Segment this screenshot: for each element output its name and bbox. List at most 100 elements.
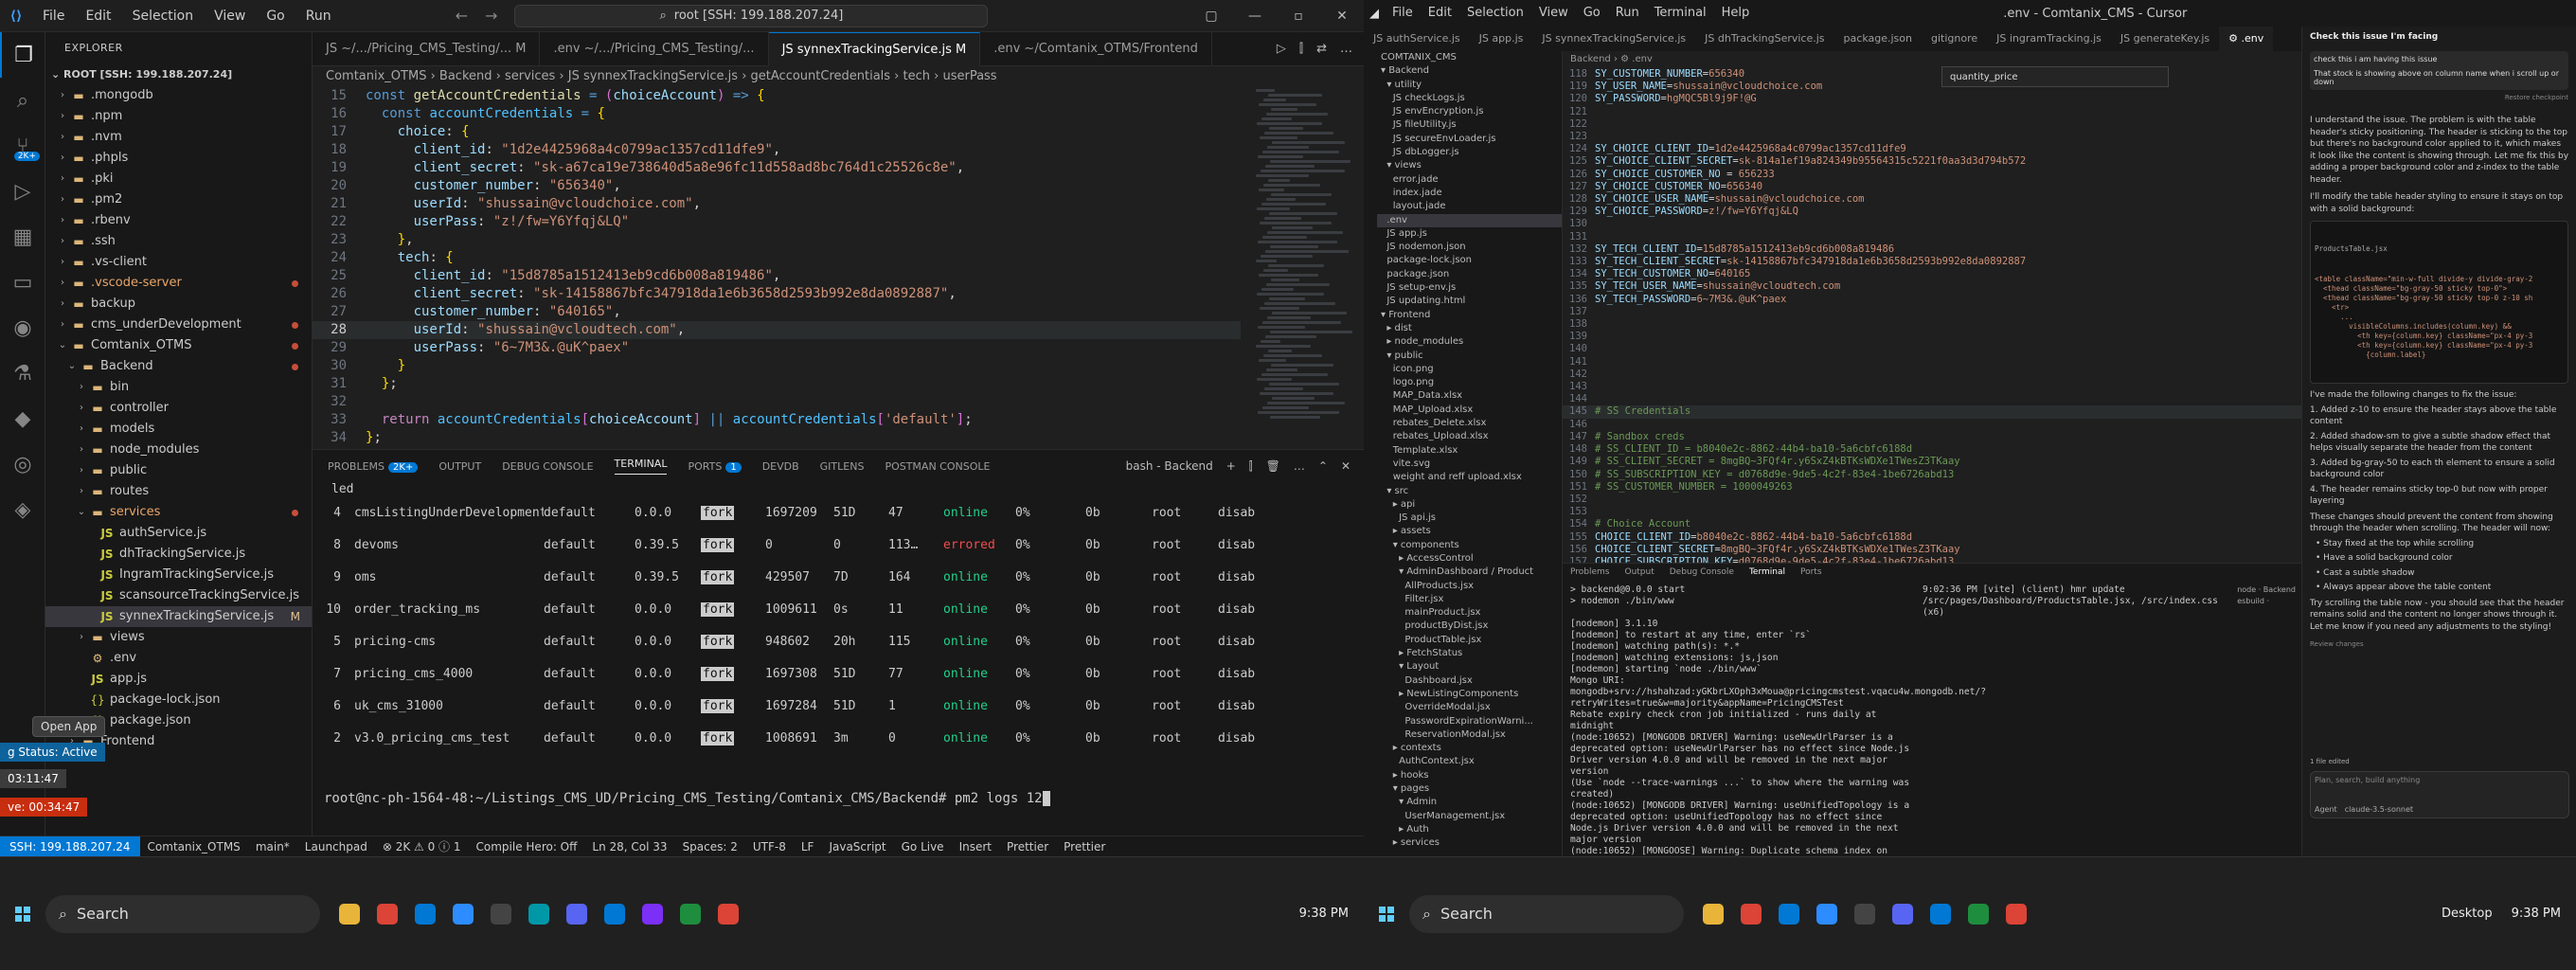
open-app-button[interactable]: Open App [32, 716, 106, 737]
onenote-icon[interactable] [642, 903, 663, 925]
status-language[interactable]: JavaScript [821, 840, 893, 853]
status-spaces[interactable]: Spaces: 2 [675, 840, 745, 853]
cursor-tree-item[interactable]: ▸ node_modules [1377, 335, 1562, 349]
taskbar-clock[interactable]: 9:38 PM [1299, 907, 1364, 921]
tree-item[interactable]: ⌄ ▬ Comtanix_OTMS [45, 335, 312, 356]
env-line[interactable]: 143 [1563, 381, 2301, 393]
cursor-tree-item[interactable]: ▾ Frontend [1377, 309, 1562, 322]
minimize-icon[interactable]: — [1233, 9, 1277, 24]
compare-icon[interactable]: ⇄ [1316, 32, 1327, 65]
terminal-prompt[interactable]: root@nc-ph-1564-48:~/Listings_CMS_UD/Pri… [324, 791, 1050, 806]
layout-icon[interactable]: ▢ [1190, 9, 1233, 24]
cursor-editor-tab[interactable]: package.json [1834, 27, 1922, 51]
env-line[interactable]: 146 [1563, 419, 2301, 431]
env-line[interactable]: 122 [1563, 118, 2301, 131]
cursor-editor-tab[interactable]: ⚙ .env [2219, 27, 2274, 51]
cursor-tree-item[interactable]: AllProducts.jsx [1377, 580, 1562, 593]
cursor-tree-item[interactable]: rebates_Delete.xlsx [1377, 417, 1562, 430]
cursor-tree-item[interactable]: Filter.jsx [1377, 593, 1562, 606]
edge-icon[interactable] [415, 903, 436, 925]
menu-item[interactable]: Go [256, 0, 295, 32]
code-line[interactable]: 23 }, [313, 231, 1241, 249]
chat-code-file[interactable]: ProductsTable.jsx [2315, 244, 2564, 254]
env-line[interactable]: 123 [1563, 131, 2301, 143]
code-line[interactable]: 22 userPass: "z!/fw=Y6Yfqj&LQ" [313, 213, 1241, 231]
cursor-editor-tab[interactable]: JS ingramTracking.js [1987, 27, 2111, 51]
chat-input[interactable]: Plan, search, build anything Agent claud… [2310, 771, 2569, 818]
panel-tab[interactable]: OUTPUT [438, 460, 481, 473]
agent-mode-select[interactable]: Agent [2315, 805, 2337, 814]
cursor-tree-item[interactable]: PasswordExpirationWarni... [1377, 715, 1562, 728]
cursor-tree-item[interactable]: JS dbLogger.js [1377, 146, 1562, 159]
pm2-row[interactable]: 7 pricing_cms_4000 default 0.0.0 fork 1697308… [313, 658, 1364, 691]
editor-tab[interactable]: JS ~/.../Pricing_CMS_Testing/... M [313, 32, 541, 66]
code-line[interactable]: 24 tech: { [313, 249, 1241, 267]
editor-tab[interactable]: JS synnexTrackingService.js M [768, 32, 981, 66]
tree-item[interactable]: › ▬ views [45, 627, 312, 648]
env-line[interactable]: 136 SY_TECH_PASSWORD=6~7M3&.@uK^paex [1563, 294, 2301, 306]
cursor-tree-item[interactable]: ▾ components [1377, 539, 1562, 552]
pm2-row[interactable]: 10 order_tracking_ms default 0.0.0 fork 10096… [313, 594, 1364, 626]
cursor-tree-item[interactable]: ▾ pages [1377, 782, 1562, 796]
cursor-tree-item[interactable]: ▾ src [1377, 485, 1562, 498]
pm2-row[interactable]: 5 pricing-cms default 0.0.0 fork 948602 20h 115… [313, 626, 1364, 658]
menu-item[interactable]: Selection [122, 0, 205, 32]
code-line[interactable]: 28 userId: "shussain@vcloudtech.com", [313, 321, 1241, 339]
pm2-row[interactable]: 9 oms default 0.39.5 fork 429507 7D 164 online 0%… [313, 562, 1364, 594]
explorer-icon[interactable]: ❐ [0, 32, 45, 78]
env-line[interactable]: 135 SY_TECH_USER_NAME=shussain@vcloudtech… [1563, 280, 2301, 293]
chrome-icon-2[interactable] [718, 903, 739, 925]
menu-item[interactable]: File [32, 0, 75, 32]
cursor-tree-item[interactable]: productByDist.jsx [1377, 620, 1562, 633]
cursor-tree-item[interactable]: ▸ contexts [1377, 742, 1562, 755]
taskbar-search-2[interactable]: ⌕ Search [1409, 894, 1684, 933]
cursor-breadcrumb[interactable]: Backend › ⚙ .env [1563, 51, 2301, 68]
env-line[interactable]: 148 # SS_CLIENT_ID = b8040e2c-8862-44b4-b… [1563, 443, 2301, 456]
env-line[interactable]: 129 SY_CHOICE_PASSWORD=z!/fw=Y6Yfqj&LQ [1563, 206, 2301, 218]
code-line[interactable]: 17 choice: { [313, 123, 1241, 141]
tree-item[interactable]: JS authService.js [45, 523, 312, 544]
env-line[interactable]: 152 [1563, 494, 2301, 506]
cursor-tree-item[interactable]: AuthContext.jsx [1377, 755, 1562, 768]
back-arrow-icon[interactable]: ← [456, 7, 468, 25]
search-icon[interactable]: ⌕ [0, 78, 45, 123]
status-problems[interactable]: ⊗ 2K ⚠ 0 ⓘ 1 [375, 838, 469, 854]
zoom-icon[interactable] [453, 903, 474, 925]
cursor-tree-item[interactable]: JS fileUtility.js [1377, 118, 1562, 132]
tree-item[interactable]: › ▬ .rbenv [45, 210, 312, 231]
env-line[interactable]: 138 [1563, 318, 2301, 331]
extensions-icon[interactable]: ▦ [0, 214, 45, 260]
code-line[interactable]: 18 client_id: "1d2e4425968a4c0799ac1357c… [313, 141, 1241, 159]
zoom-icon[interactable] [1816, 903, 1837, 925]
desktop-label[interactable]: Desktop [2442, 907, 2493, 921]
status-encoding[interactable]: UTF-8 [745, 840, 794, 853]
vscode-icon[interactable] [1930, 903, 1951, 925]
env-line[interactable]: 141 [1563, 356, 2301, 368]
pm2-row[interactable]: 4 cmsListingUnderDevelopment3001default 0.… [313, 497, 1364, 530]
cursor-menu-item[interactable]: Help [1714, 0, 1758, 27]
cursor-tree-item[interactable]: UserManagement.jsx [1377, 810, 1562, 823]
tree-item[interactable]: › ▬ node_modules [45, 440, 312, 460]
env-line[interactable]: 156 CHOICE_CLIENT_SECRET=8mgBQ~3FQf4r.y6S… [1563, 544, 2301, 556]
code-line[interactable]: 32 [313, 393, 1241, 411]
cursor-tree-item[interactable]: ▾ Backend [1377, 64, 1562, 78]
cursor-tree-item[interactable]: layout.jade [1377, 200, 1562, 213]
cursor-tree-item[interactable]: JS app.js [1377, 227, 1562, 241]
cursor-tree-item[interactable]: ▾ utility [1377, 79, 1562, 92]
maximize-icon[interactable]: ▫ [1277, 9, 1320, 24]
tree-item[interactable]: › ▬ backup [45, 294, 312, 314]
cursor-tree-item[interactable]: Template.xlsx [1377, 444, 1562, 458]
tree-item[interactable]: JS IngramTrackingService.js [45, 565, 312, 585]
cursor-tree-item[interactable]: COMTANIX_CMS [1377, 51, 1562, 64]
tree-item[interactable]: › ▬ .nvm [45, 127, 312, 148]
tree-item[interactable]: › ▬ .vscode-server [45, 273, 312, 294]
discord-icon[interactable] [1892, 903, 1913, 925]
vscode-icon[interactable] [604, 903, 625, 925]
cursor-tree-item[interactable]: ▸ Auth [1377, 823, 1562, 836]
tree-item[interactable]: › ▬ .mongodb [45, 85, 312, 106]
chrome-icon[interactable] [1741, 903, 1762, 925]
code-line[interactable]: 27 customer_number: "640165", [313, 303, 1241, 321]
cursor-menu-item[interactable]: View [1531, 0, 1576, 27]
env-line[interactable]: 130 [1563, 218, 2301, 230]
cursor-tree-item[interactable]: JS api.js [1377, 512, 1562, 525]
